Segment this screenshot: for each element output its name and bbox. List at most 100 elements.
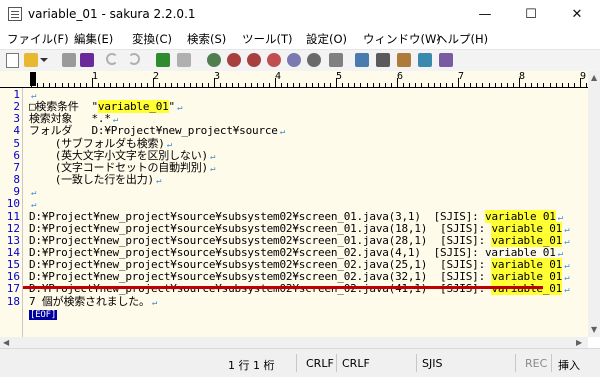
ruler-tick <box>287 83 289 87</box>
menu-tools[interactable]: ツール(T) <box>242 31 293 48</box>
line-number: 17 <box>6 282 20 296</box>
outline-icon[interactable] <box>355 53 369 67</box>
chevron-down-icon[interactable] <box>40 58 48 62</box>
redo-icon[interactable] <box>128 53 140 65</box>
ruler-tick <box>159 83 161 87</box>
ruler-tick <box>384 83 386 87</box>
text-line[interactable]: 7 個が検索されました。 ↵ <box>29 295 158 309</box>
line-text: (英大文字小文字を区別しない) <box>29 148 208 162</box>
close-button[interactable]: ✕ <box>554 0 600 30</box>
ruler-tick <box>458 78 459 87</box>
ruler-tick <box>61 83 63 87</box>
scroll-up-icon[interactable]: ▲ <box>591 73 597 82</box>
eof-marker: [EOF] <box>29 309 58 320</box>
ruler-tick <box>49 83 51 87</box>
ruler-tick <box>43 83 45 87</box>
ruler-tick <box>128 83 130 87</box>
ruler-tick <box>226 83 228 87</box>
ruler-tick <box>207 83 209 87</box>
editor-area[interactable]: 1 2 3 4 5 6 7 8 9 1 ↵ 2 □検索条件 "variable_01"… <box>0 71 588 348</box>
search-match-highlight: variable_01 <box>491 258 563 272</box>
ruler-tick <box>317 83 319 87</box>
status-separator <box>336 354 337 372</box>
ruler-tick <box>98 83 100 87</box>
ruler-tick <box>445 83 447 87</box>
ruler-tick <box>171 83 173 87</box>
text-line[interactable]: ↵ <box>29 186 36 199</box>
ruler-tick <box>342 83 344 87</box>
save-icon[interactable] <box>62 53 76 67</box>
ruler-tick <box>415 83 417 87</box>
ruler-tick <box>439 83 441 87</box>
compare-icon[interactable] <box>329 53 343 67</box>
line-text: D:¥Project¥new_project¥source¥subsystem0… <box>29 209 486 223</box>
ruler-tick <box>134 83 136 87</box>
vertical-scrollbar[interactable]: ▲ ▼ <box>588 71 600 337</box>
function-list-icon[interactable] <box>376 53 390 67</box>
menu-window[interactable]: ウィンドウ(W) <box>363 31 441 48</box>
encoding-indicator[interactable]: SJIS <box>422 357 442 370</box>
bookmark-search-icon[interactable] <box>307 53 321 67</box>
print-preview-icon[interactable] <box>418 53 432 67</box>
save-as-icon[interactable] <box>80 53 94 67</box>
ruler-tick <box>329 83 331 87</box>
open-folder-icon[interactable] <box>24 53 38 67</box>
menu-edit[interactable]: 編集(E) <box>74 31 113 48</box>
horizontal-scrollbar[interactable]: ◀ ▶ <box>0 337 588 348</box>
status-separator <box>515 354 516 372</box>
ruler-tick <box>573 83 575 87</box>
ruler-tick <box>409 83 411 87</box>
ruler-tick <box>177 83 179 87</box>
replace-icon[interactable] <box>267 53 281 67</box>
ruler-tick <box>195 83 197 87</box>
text-line[interactable]: (一致した行を出力) ↵ <box>29 173 162 187</box>
line-text: D:¥Project¥new_project¥source¥subsystem0… <box>29 233 492 247</box>
line-text: (一致した行を出力) <box>29 173 154 187</box>
scroll-left-icon[interactable]: ◀ <box>3 338 9 347</box>
ruler-tick <box>378 83 380 87</box>
back-arrow-icon[interactable] <box>156 53 170 67</box>
cursor-line-underline <box>23 286 543 289</box>
undo-icon[interactable] <box>106 53 118 65</box>
ruler-tick <box>311 83 313 87</box>
settings-icon[interactable] <box>439 53 453 67</box>
line-number: 11 <box>6 209 20 223</box>
search-icon[interactable] <box>207 53 221 67</box>
line-number: 5 <box>13 136 20 150</box>
grep-icon[interactable] <box>287 53 301 67</box>
line-text: D:¥Project¥new_project¥source¥subsystem0… <box>29 258 492 272</box>
newline-mark-icon: ↵ <box>176 103 183 114</box>
ruler-tick <box>354 83 356 87</box>
status-separator <box>551 354 552 372</box>
ruler-tick <box>360 83 362 87</box>
ruler-tick <box>506 83 508 87</box>
scroll-right-icon[interactable]: ▶ <box>576 338 582 347</box>
menu-help[interactable]: ヘルプ(H) <box>436 31 488 48</box>
ruler-tick <box>580 78 581 87</box>
macro-record-indicator: REC <box>525 357 548 370</box>
ruler-tick <box>348 83 350 87</box>
ruler-tick <box>214 78 215 87</box>
new-file-icon[interactable] <box>6 53 19 68</box>
minimize-button[interactable]: — <box>462 0 508 30</box>
ruler-tick <box>293 83 295 87</box>
ruler-tick <box>464 83 466 87</box>
status-bar: 1 行 1 桁 CRLF CRLF SJIS REC 挿入 <box>0 348 600 377</box>
tag-jump-icon[interactable] <box>397 53 411 67</box>
menu-settings[interactable]: 設定(O) <box>306 31 347 48</box>
ruler-tick <box>543 83 545 87</box>
search-next-icon[interactable] <box>247 53 261 67</box>
menu-convert[interactable]: 変換(C) <box>132 31 172 48</box>
ruler-tick <box>122 83 124 87</box>
scroll-down-icon[interactable]: ▼ <box>591 325 597 334</box>
search-prev-icon[interactable] <box>227 53 241 67</box>
newline-mark-icon: ↵ <box>151 297 158 308</box>
forward-arrow-icon[interactable] <box>177 53 191 67</box>
menu-search[interactable]: 検索(S) <box>187 31 226 48</box>
maximize-button[interactable]: ☐ <box>508 0 554 30</box>
menu-file[interactable]: ファイル(F) <box>7 31 69 48</box>
ruler-tick <box>268 83 270 87</box>
ruler-tick <box>549 83 551 87</box>
ruler-tick <box>494 83 496 87</box>
newline-mark-icon: ↵ <box>564 285 570 296</box>
